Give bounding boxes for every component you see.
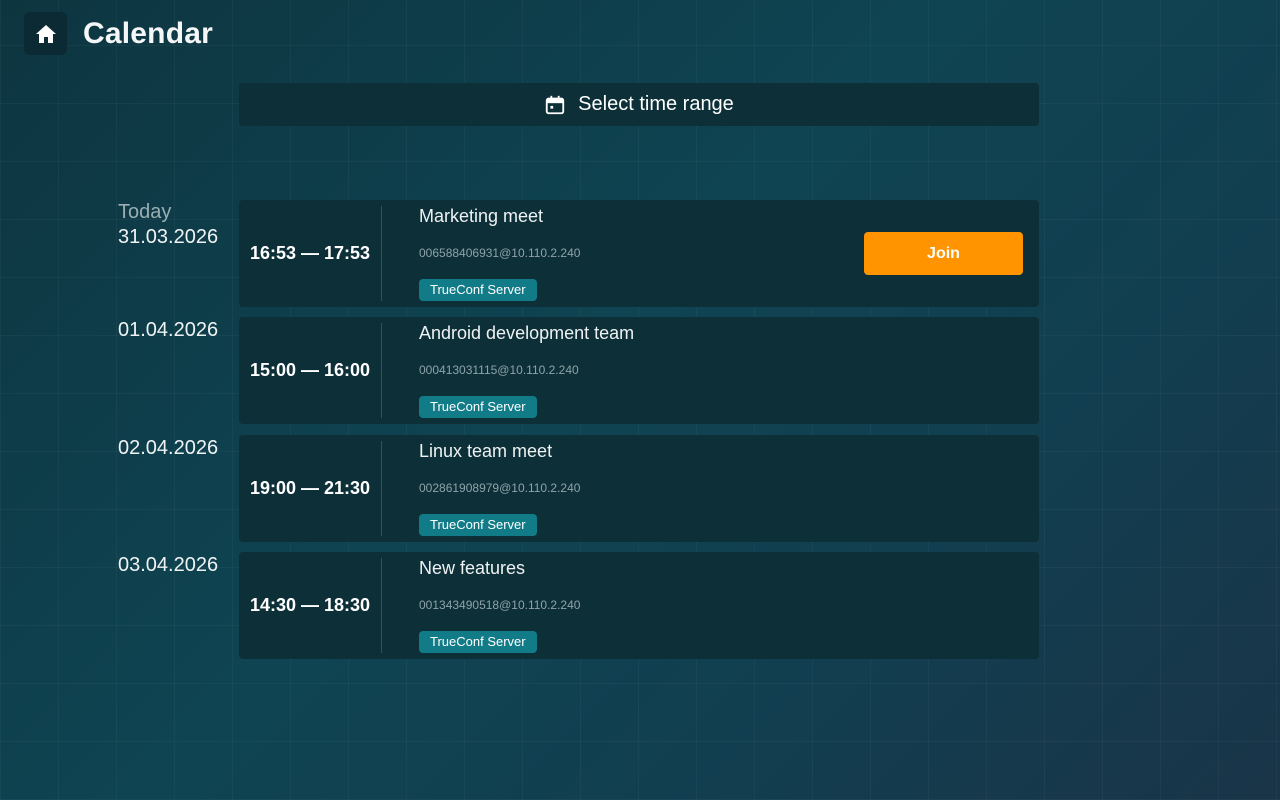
day-label: Today 31.03.2026: [118, 200, 218, 250]
day-date: 31.03.2026: [118, 226, 219, 248]
divider: [381, 441, 382, 536]
select-time-range-label: Select time range: [578, 93, 734, 115]
day-date: 02.04.2026: [118, 437, 219, 459]
event-title: New features: [419, 558, 526, 578]
server-badge: TrueConf Server: [419, 279, 537, 301]
page-title: Calendar: [83, 16, 213, 50]
divider: [381, 558, 382, 653]
event-title: Android development team: [419, 323, 635, 343]
calendar-icon: [546, 95, 565, 114]
event-card[interactable]: 15:00 — 16:00 Android development team 0…: [239, 317, 1039, 424]
event-address: 000413031115@10.110.2.240: [419, 363, 579, 377]
day-label: 01.04.2026: [118, 317, 218, 343]
event-title: Marketing meet: [419, 206, 544, 226]
day-date: 01.04.2026: [118, 319, 219, 341]
app-header: Calendar: [24, 12, 213, 55]
divider: [381, 323, 382, 418]
day-label: 02.04.2026: [118, 435, 218, 461]
select-time-range-button[interactable]: Select time range: [239, 83, 1039, 126]
divider: [381, 206, 382, 301]
join-button[interactable]: Join: [864, 232, 1023, 275]
server-badge: TrueConf Server: [419, 631, 537, 653]
today-label: Today: [118, 201, 172, 223]
event-time: 16:53 — 17:53: [249, 243, 371, 263]
server-badge: TrueConf Server: [419, 396, 537, 418]
event-address: 001343490518@10.110.2.240: [419, 598, 581, 612]
day-label: 03.04.2026: [118, 552, 218, 578]
event-title: Linux team meet: [419, 441, 553, 461]
event-card[interactable]: 16:53 — 17:53 Marketing meet 00658840693…: [239, 200, 1039, 307]
home-icon: [35, 24, 56, 43]
event-time: 15:00 — 16:00: [249, 360, 371, 380]
event-card[interactable]: 14:30 — 18:30 New features 001343490518@…: [239, 552, 1039, 659]
event-time: 14:30 — 18:30: [249, 595, 371, 615]
day-date: 03.04.2026: [118, 554, 219, 576]
server-badge: TrueConf Server: [419, 514, 537, 536]
event-address: 002861908979@10.110.2.240: [419, 481, 581, 495]
event-address: 006588406931@10.110.2.240: [419, 246, 581, 260]
home-button[interactable]: [24, 12, 67, 55]
event-card[interactable]: 19:00 — 21:30 Linux team meet 0028619089…: [239, 435, 1039, 542]
event-time: 19:00 — 21:30: [249, 478, 371, 498]
